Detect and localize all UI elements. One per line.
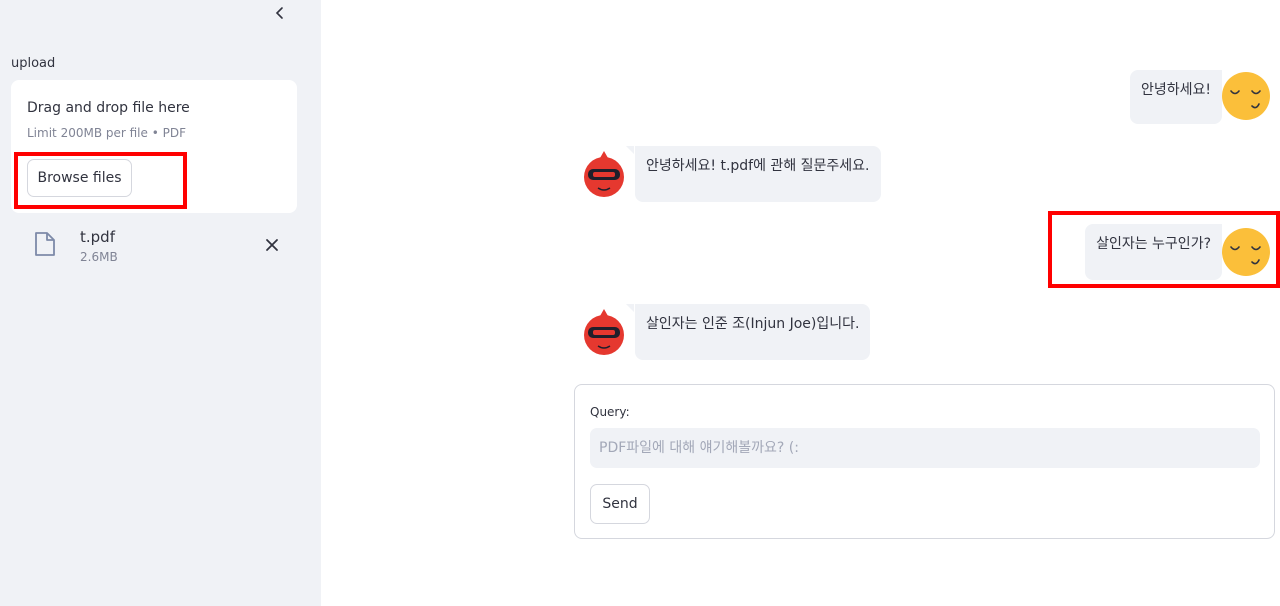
- file-name: t.pdf: [80, 228, 115, 246]
- sidebar: upload Drag and drop file here Limit 200…: [0, 0, 321, 606]
- file-size: 2.6MB: [80, 250, 118, 264]
- delete-file-button[interactable]: [261, 234, 283, 256]
- chat-message-assistant: 살인자는 인준 조(Injun Joe)입니다.: [578, 304, 918, 360]
- file-icon: [35, 232, 55, 256]
- send-button[interactable]: Send: [590, 484, 650, 524]
- file-dropzone[interactable]: Drag and drop file here Limit 200MB per …: [11, 80, 297, 213]
- user-avatar: [1222, 228, 1270, 276]
- chat-message-user: 살인자는 누구인가?: [1058, 220, 1280, 280]
- query-label: Query:: [590, 405, 630, 419]
- bot-avatar: [584, 151, 624, 197]
- collapse-sidebar-button[interactable]: [268, 2, 292, 24]
- bubble-tail: [626, 146, 634, 154]
- browse-files-button[interactable]: Browse files: [27, 159, 132, 197]
- query-input[interactable]: [590, 428, 1260, 468]
- user-avatar: [1222, 72, 1270, 120]
- message-bubble: 살인자는 누구인가?: [1085, 224, 1222, 280]
- bot-avatar: [584, 309, 624, 355]
- uploaded-file-row: t.pdf 2.6MB: [32, 226, 292, 270]
- dropzone-title: Drag and drop file here: [27, 100, 190, 116]
- chat-message-assistant: 안녕하세요! t.pdf에 관해 질문주세요.: [578, 146, 918, 202]
- message-bubble: 안녕하세요! t.pdf에 관해 질문주세요.: [635, 146, 881, 202]
- upload-label: upload: [11, 56, 56, 71]
- message-bubble: 살인자는 인준 조(Injun Joe)입니다.: [635, 304, 871, 360]
- dropzone-limit: Limit 200MB per file • PDF: [27, 126, 186, 140]
- bubble-tail: [1214, 70, 1222, 78]
- message-bubble: 안녕하세요!: [1129, 70, 1222, 124]
- query-form: Query: Send: [574, 384, 1275, 539]
- bubble-tail: [626, 304, 634, 312]
- bubble-tail: [1214, 224, 1222, 232]
- chat-message-user: 안녕하세요!: [1100, 68, 1280, 124]
- close-icon: [266, 239, 278, 251]
- chevron-left-icon: [275, 7, 283, 19]
